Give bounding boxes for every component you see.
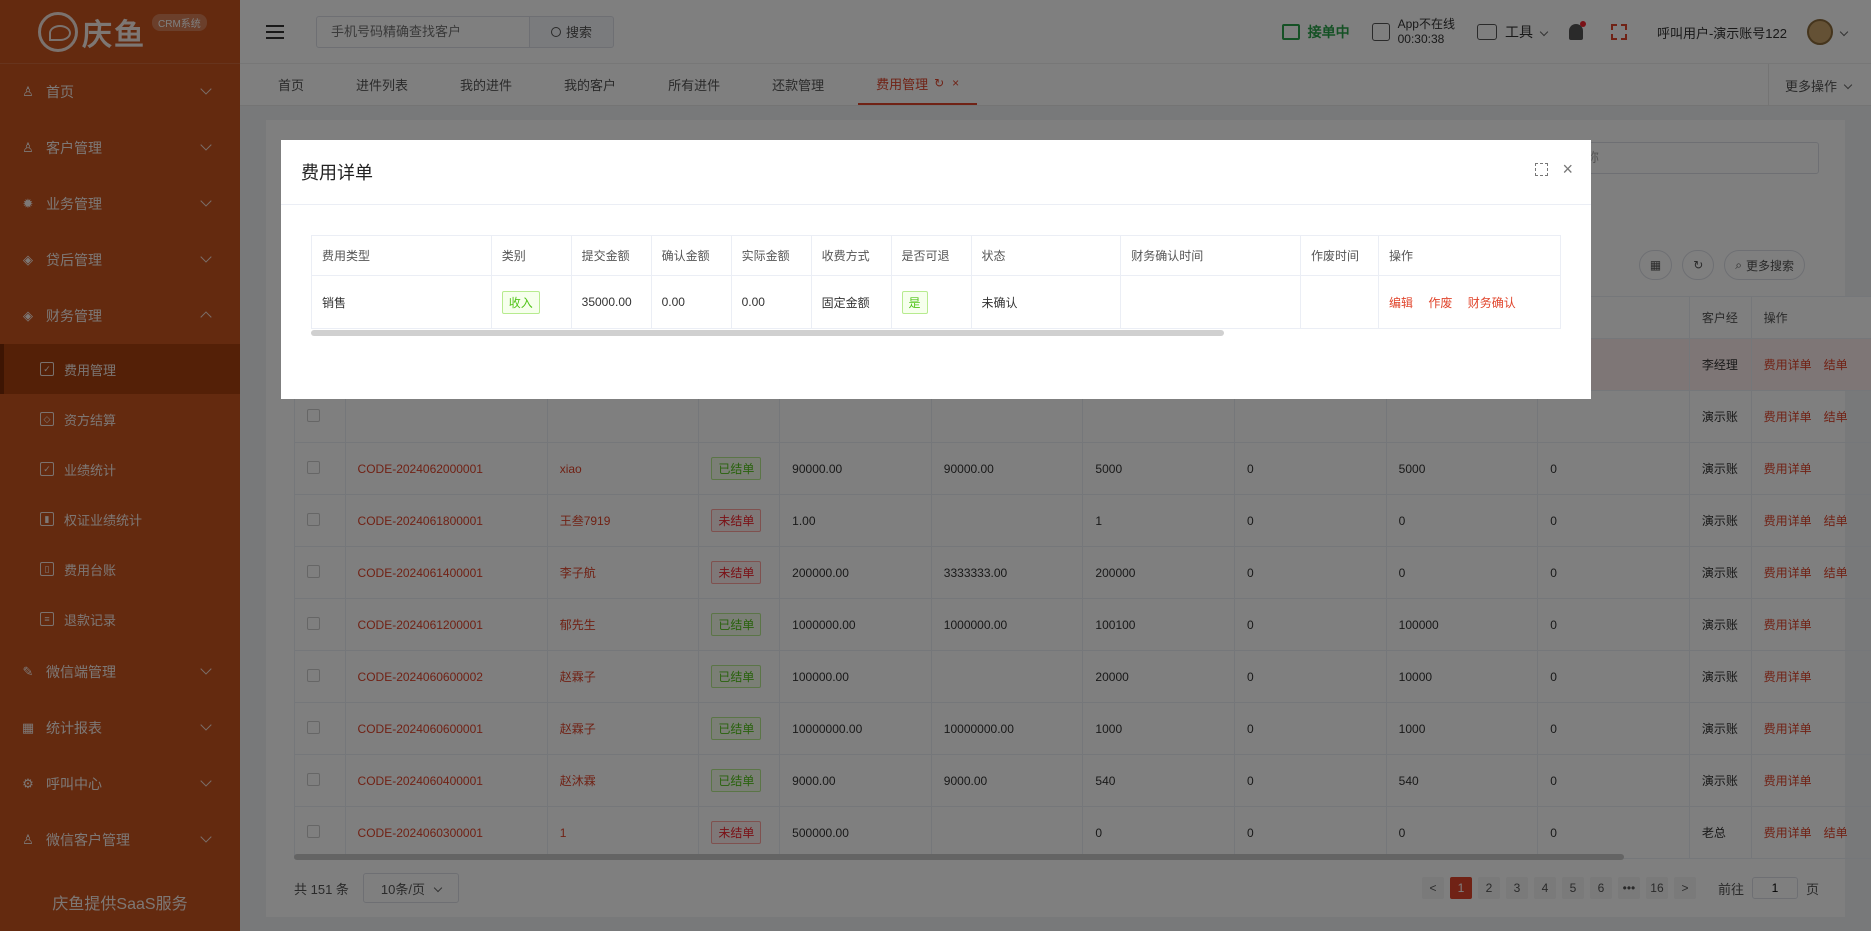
fee-header-row: 费用类型 类别 提交金额 确认金额 实际金额 收费方式 是否可退 状态 财务确认… [311,235,1562,276]
column-header: 状态 [970,235,1122,276]
submitted-amount-cell: 35000.00 [570,275,652,329]
fee-type-cell: 销售 [311,275,492,329]
operations-cell: 编辑 作废 财务确认 [1377,275,1562,329]
dialog-header: 费用详单 × [281,140,1591,205]
fee-detail-table: 费用类型 类别 提交金额 确认金额 实际金额 收费方式 是否可退 状态 财务确认… [311,235,1562,329]
dialog-controls: × [1535,160,1573,178]
close-icon[interactable]: × [1562,160,1573,178]
actual-amount-cell: 0.00 [730,275,812,329]
column-header: 确认金额 [650,235,732,276]
confirmed-amount-cell: 0.00 [650,275,732,329]
category-cell: 收入 [490,275,572,329]
column-header: 费用类型 [311,235,492,276]
status-cell: 未确认 [970,275,1122,329]
refundable-tag: 是 [901,290,928,314]
column-header: 财务确认时间 [1120,235,1302,276]
void-link[interactable]: 作废 [1428,296,1452,310]
horizontal-scrollbar[interactable] [311,330,1224,336]
dialog-title: 费用详单 [301,163,373,183]
refundable-cell: 是 [890,275,972,329]
fee-row: 销售 收入 35000.00 0.00 0.00 固定金额 是 未确认 编辑 作… [311,275,1562,329]
column-header: 作废时间 [1300,235,1379,276]
fee-detail-dialog: 费用详单 × 费用类型 类别 提交金额 确认金额 实际金额 收费方式 是否可退 … [281,140,1591,399]
charge-method-cell: 固定金额 [810,275,892,329]
column-header: 提交金额 [570,235,652,276]
column-header: 是否可退 [890,235,972,276]
void-time-cell [1300,275,1379,329]
confirm-time-cell [1120,275,1302,329]
edit-link[interactable]: 编辑 [1389,296,1413,310]
column-header: 操作 [1377,235,1562,276]
finance-confirm-link[interactable]: 财务确认 [1468,296,1516,310]
maximize-icon[interactable] [1535,162,1549,176]
column-header: 类别 [490,235,572,276]
category-tag: 收入 [501,290,540,314]
column-header: 实际金额 [730,235,812,276]
column-header: 收费方式 [810,235,892,276]
